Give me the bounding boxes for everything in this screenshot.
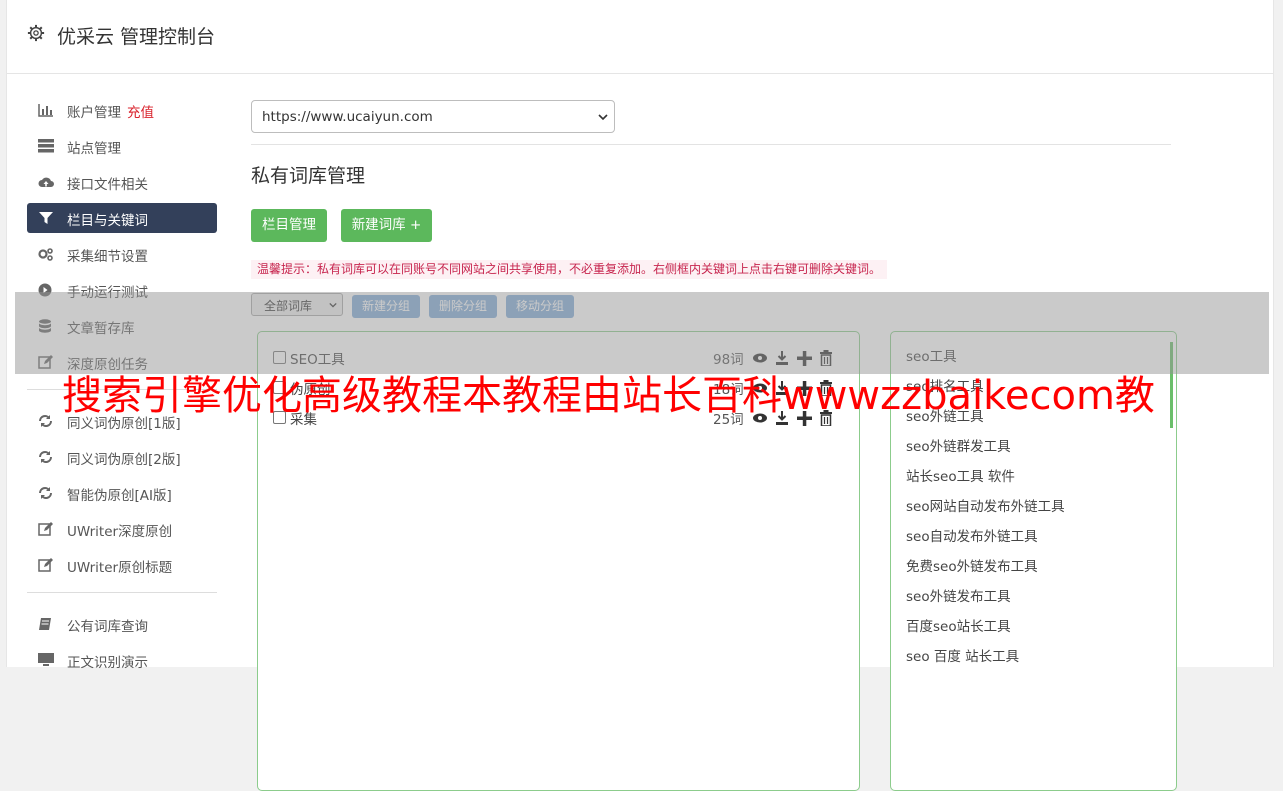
new-library-button[interactable]: 新建词库 + [341,209,432,242]
sidebar-item-label: 采集细节设置 [67,249,148,265]
column-manage-button[interactable]: 栏目管理 [251,209,327,242]
cogs-icon [38,248,53,261]
site-select[interactable]: https://www.ucaiyun.com [251,100,615,133]
watermark-text: 搜索引擎优化高级教程本教程由站长百科wwwzzbaikecom教 [62,373,1155,419]
filter-icon [39,212,53,224]
sidebar-item-uwriter-deep[interactable]: UWriter深度原创 [27,514,217,544]
header-bar: 优采云 管理控制台 [7,0,1273,74]
gear-icon [27,24,45,42]
recharge-link[interactable]: 充值 [127,105,154,121]
sidebar-item-label: 同义词伪原创[2版] [67,452,181,468]
sidebar-item-uwriter-title[interactable]: UWriter原创标题 [27,550,217,580]
refresh-icon [39,415,52,427]
sidebar-item-label: 站点管理 [67,141,121,157]
sidebar-item-account[interactable]: 账户管理 充值 [27,95,217,125]
sidebar-item-ai-original[interactable]: 智能伪原创[AI版] [27,478,217,508]
keyword-item[interactable]: seo 百度 站长工具 [906,646,1065,676]
sidebar-item-label: 正文识别演示 [67,655,148,671]
tip-message: 温馨提示：私有词库可以在同账号不同网站之间共享使用，不必重复添加。右侧框内关键词… [251,260,888,279]
page-title: 私有词库管理 [251,165,366,187]
watermark-band [15,292,1269,374]
server-icon [38,139,54,153]
sidebar-item-text-recognition[interactable]: 正文识别演示 [27,645,217,675]
keyword-item[interactable]: 百度seo站长工具 [906,616,1065,646]
sidebar-item-label: 接口文件相关 [67,177,148,193]
keyword-item[interactable]: 免费seo外链发布工具 [906,556,1065,586]
sidebar-item-synonym-v2[interactable]: 同义词伪原创[2版] [27,442,217,472]
keyword-item[interactable]: seo外链群发工具 [906,436,1065,466]
edit-icon [38,522,53,536]
chevron-down-icon [598,114,608,121]
keyword-item[interactable]: seo网站自动发布外链工具 [906,496,1065,526]
sidebar-item-label: UWriter原创标题 [67,560,173,576]
sidebar-item-label: 账户管理 [67,105,121,121]
sidebar-item-columns-keywords[interactable]: 栏目与关键词 [27,203,217,233]
keyword-item[interactable]: seo外链发布工具 [906,586,1065,616]
sidebar-item-label: 智能伪原创[AI版] [67,488,172,504]
site-select-value: https://www.ucaiyun.com [262,109,433,125]
sidebar-item-interface-files[interactable]: 接口文件相关 [27,167,217,197]
app-title: 优采云 管理控制台 [57,26,216,48]
edit-icon [38,558,53,572]
cloud-upload-icon [38,177,54,187]
keyword-item[interactable]: seo自动发布外链工具 [906,526,1065,556]
divider [251,144,1171,145]
refresh-icon [39,487,52,499]
bar-chart-icon [38,104,53,117]
sidebar-item-sites[interactable]: 站点管理 [27,131,217,161]
monitor-icon [38,653,54,666]
keyword-item[interactable]: 站长seo工具 软件 [906,466,1065,496]
sidebar-divider [27,592,217,593]
sidebar-item-collect-settings[interactable]: 采集细节设置 [27,239,217,269]
book-icon [39,618,51,630]
sidebar-item-label: 公有词库查询 [67,619,148,635]
sidebar-item-label: UWriter深度原创 [67,524,173,540]
refresh-icon [39,451,52,463]
sidebar-item-label: 栏目与关键词 [67,213,148,229]
sidebar-item-public-library[interactable]: 公有词库查询 [27,609,217,639]
